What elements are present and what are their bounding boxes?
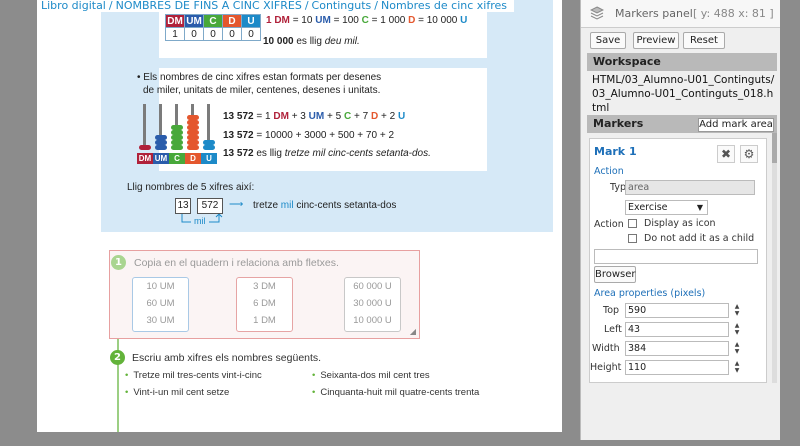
value-d: 0 <box>222 27 242 41</box>
exercise-1-highlighted-area[interactable]: 1 Copia en el quadern i relaciona amb fl… <box>109 250 420 339</box>
breadcrumb-topic[interactable]: Nombres de cinc xifres <box>381 0 507 12</box>
read-example-text: tretze mil cinc-cents setanta-dos <box>253 200 397 211</box>
gear-icon[interactable]: ⚙ <box>740 145 758 163</box>
abacus-label-d: D <box>185 153 201 164</box>
breadcrumb-unit[interactable]: NOMBRES DE FINS A CINC XIFRES <box>116 0 302 12</box>
abacus-label-dm: DM <box>137 153 153 164</box>
workspace-path: HTML/03_Alumno-U01_Continguts/03_Alumno-… <box>592 74 775 114</box>
mil-under-label: mil <box>194 216 206 226</box>
info-paragraph-line-1: • Els nombres de cinc xifres estan forma… <box>137 72 382 83</box>
read-title: Llig nombres de 5 xifres així: <box>127 182 255 193</box>
exercise-2-title: Escriu amb xifres els nombres següents. <box>132 352 322 364</box>
width-input[interactable]: 384 <box>625 341 729 356</box>
book-page: Libro digital / NOMBRES DE FINS A CINC XIF… <box>37 0 562 432</box>
header-c: C <box>203 14 223 28</box>
area-properties-label: Area properties (pixels) <box>594 288 706 299</box>
exercise-2-item: Vint-i-un mil cent setze <box>125 387 229 398</box>
exercise-2-item: Tretze mil tres-cents vint-i-cinc <box>125 370 261 381</box>
resize-handle-icon[interactable]: ◢ <box>410 327 416 336</box>
equivalence-line: 1 DM = 10 UM = 100 C = 1 000 D = 10 000 … <box>266 15 468 26</box>
breadcrumb-sep: / <box>108 0 113 12</box>
place-value-table: DM UM C D U 1 0 0 0 0 <box>165 14 261 41</box>
height-spinner[interactable]: ▲ ▼ <box>732 360 742 375</box>
read-box-units: 572 <box>197 198 223 214</box>
delete-icon[interactable]: ✖ <box>717 145 735 163</box>
add-mark-area-button[interactable]: Add mark area <box>698 118 774 132</box>
height-label: Height <box>590 362 622 373</box>
top-label: Top <box>603 305 620 316</box>
height-input[interactable]: 110 <box>625 360 729 375</box>
chevron-down-icon: ▼ <box>696 203 703 212</box>
display-as-icon-label: Display as icon <box>644 218 716 229</box>
abacus-illustration: DM UM C D U <box>137 102 221 164</box>
exercise-2-item: Cinquanta-huit mil quatre-cents trenta <box>312 387 479 398</box>
reset-button[interactable]: Reset <box>683 32 725 49</box>
exercise-1-column-um: 10 UM 60 UM 30 UM <box>132 277 189 332</box>
action-section-label: Action <box>594 166 624 177</box>
exercise-1-number: 1 <box>111 255 126 270</box>
no-child-label: Do not add it as a child <box>644 233 755 244</box>
file-path-input[interactable] <box>594 249 758 264</box>
header-d: D <box>222 14 242 28</box>
decomposition-line-3: 13 572 es llig tretze mil cinc-cents set… <box>223 148 431 159</box>
panel-title: Markers panel <box>615 7 693 20</box>
exercise-1-title: Copia en el quadern i relaciona amb flet… <box>134 257 339 269</box>
breadcrumb-contents[interactable]: Continguts <box>312 0 372 12</box>
action-select[interactable]: Exercise ▼ <box>625 200 708 215</box>
left-label: Left <box>604 324 622 335</box>
reading-line-1: 10 000 es llig deu mil. <box>263 36 360 47</box>
breadcrumb-sep: / <box>304 0 309 12</box>
abacus-label-u: U <box>201 153 217 164</box>
no-child-checkbox[interactable] <box>628 234 637 243</box>
exercise-2-item: Seixanta-dos mil cent tres <box>312 370 429 381</box>
save-button[interactable]: Save <box>590 32 626 49</box>
panel-header: Markers panel [ y: 488 x: 81 ] <box>581 0 780 28</box>
browser-button[interactable]: Browser <box>594 266 636 283</box>
action-label: Action <box>594 219 624 230</box>
header-dm: DM <box>165 14 185 28</box>
mark-title[interactable]: Mark 1 <box>594 145 637 158</box>
preview-button[interactable]: Preview <box>633 32 679 49</box>
left-input[interactable]: 43 <box>625 322 729 337</box>
info-box: DM UM C D U 1 0 0 0 0 1 DM = 10 UM = 100… <box>101 0 553 232</box>
display-as-icon-checkbox[interactable] <box>628 219 637 228</box>
exercise-1-column-u: 60 000 U 30 000 U 10 000 U <box>344 277 401 332</box>
layers-icon[interactable] <box>590 6 604 22</box>
abacus-label-um: UM <box>153 153 169 164</box>
cursor-coordinates: [ y: 488 x: 81 ] <box>693 7 774 20</box>
value-um: 0 <box>184 27 204 41</box>
type-field[interactable]: area <box>625 180 755 195</box>
markers-scrollbar[interactable] <box>772 133 777 383</box>
value-u: 0 <box>241 27 261 41</box>
breadcrumb-sep: / <box>374 0 378 12</box>
read-box-thousands: 13 <box>175 198 191 214</box>
workspace-header: Workspace <box>587 53 777 71</box>
value-dm: 1 <box>165 27 185 41</box>
top-input[interactable]: 590 <box>625 303 729 318</box>
left-spinner[interactable]: ▲ ▼ <box>732 322 742 337</box>
value-c: 0 <box>203 27 223 41</box>
exercise-1-column-dm: 3 DM 6 DM 1 DM <box>236 277 293 332</box>
markers-panel: Markers panel [ y: 488 x: 81 ] Save Prev… <box>580 0 780 440</box>
markers-scroll-thumb[interactable] <box>772 133 777 163</box>
mark-card: Mark 1 ✖ ⚙ Action Type area Exercise ▼ A… <box>589 138 767 383</box>
breadcrumb-libro[interactable]: Libro digital <box>41 0 106 12</box>
abacus-label-c: C <box>169 153 185 164</box>
breadcrumb: Libro digital / NOMBRES DE FINS A CINC XIF… <box>37 0 515 12</box>
top-spinner[interactable]: ▲ ▼ <box>732 303 742 318</box>
width-spinner[interactable]: ▲ ▼ <box>732 341 742 356</box>
width-label: Width <box>592 343 620 354</box>
read-arrow: ⟶ <box>229 199 244 210</box>
header-um: UM <box>184 14 204 28</box>
header-u: U <box>241 14 261 28</box>
exercise-2-number: 2 <box>110 350 125 365</box>
decomposition-line-2: 13 572 = 10000 + 3000 + 500 + 70 + 2 <box>223 130 395 141</box>
decomposition-line-1: 13 572 = 1 DM + 3 UM + 5 C + 7 D + 2 U <box>223 111 406 122</box>
info-paragraph-line-2: de miler, unitats de miler, centenes, de… <box>143 85 381 96</box>
